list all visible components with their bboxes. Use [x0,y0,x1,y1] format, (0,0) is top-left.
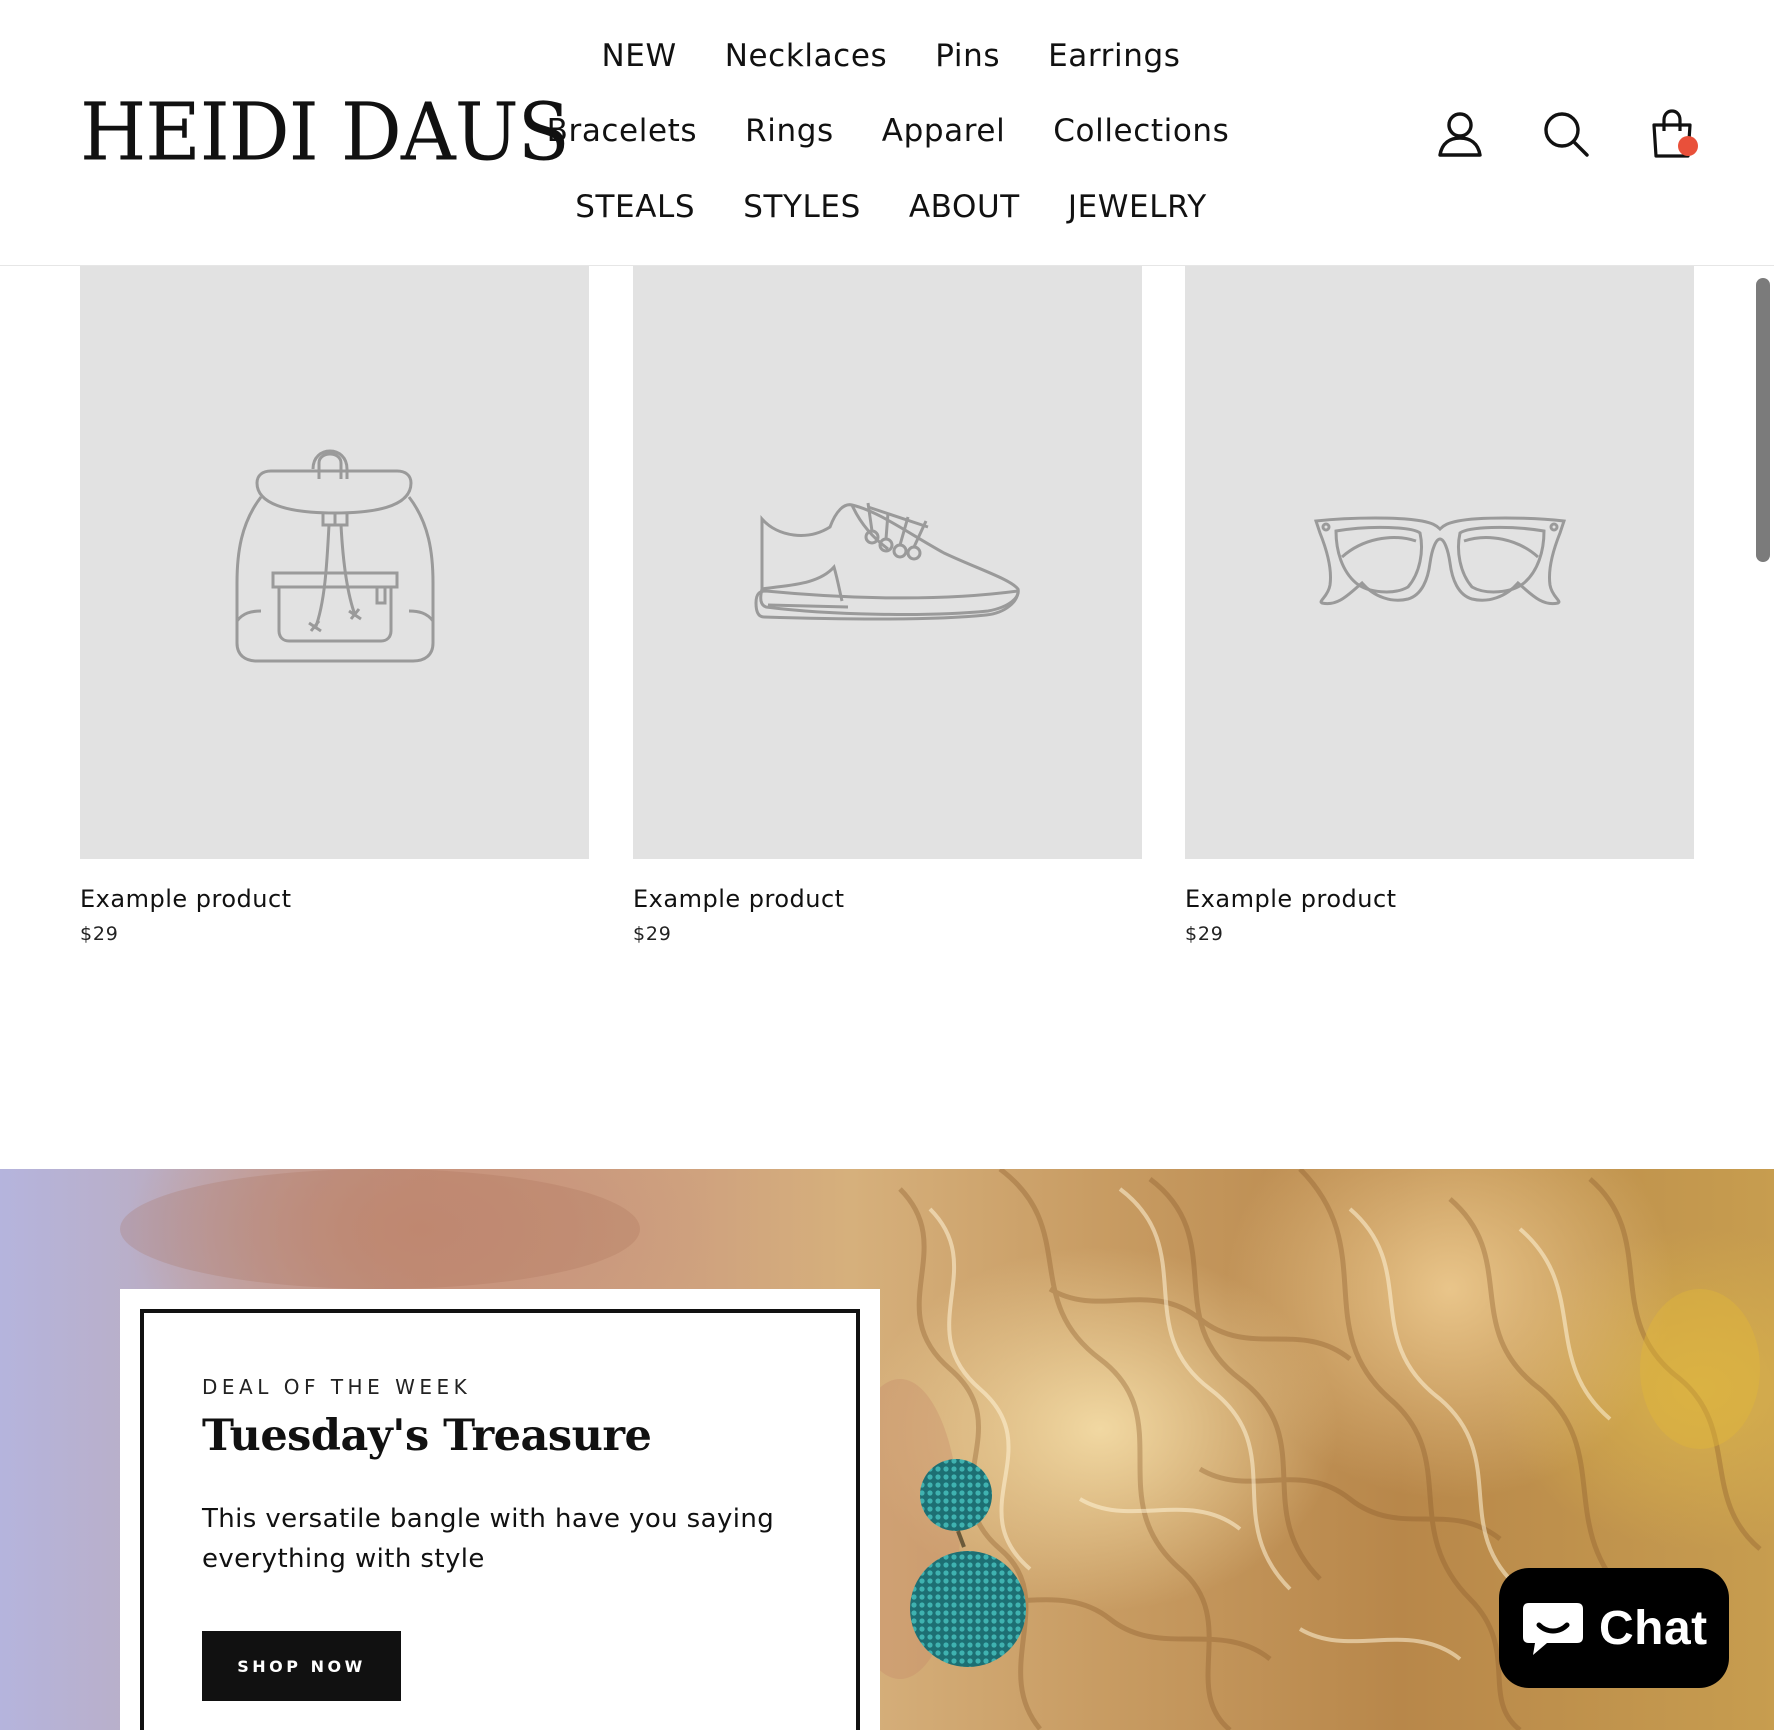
search-icon [1544,112,1589,157]
main-nav-row-3: STEALS STYLES ABOUT JEWELRY [0,189,1774,225]
site-header: HEIDI DAUS NEW Necklaces Pins Earrings B… [0,0,1774,266]
shop-now-button[interactable]: SHOP NOW [202,1631,401,1701]
main-nav-row-1: NEW Necklaces Pins Earrings [0,38,1774,74]
nav-link-collections[interactable]: Collections [1053,113,1229,149]
product-price: $29 [633,923,672,945]
cart-badge [1678,136,1698,156]
nav-link-apparel[interactable]: Apparel [882,113,1006,149]
nav-link-rings[interactable]: Rings [745,113,834,149]
turquoise-earring [910,1459,1026,1667]
nav-link-steals[interactable]: STEALS [575,189,695,225]
sneaker-icon [753,502,1020,620]
deal-eyebrow: DEAL OF THE WEEK [202,1375,472,1399]
account-icon [1438,112,1482,157]
header-icons [1436,108,1698,160]
backpack-icon [235,449,434,662]
deal-title: Tuesday's Treasure [202,1411,652,1461]
nav-link-bracelets[interactable]: Bracelets [547,113,698,149]
scrollbar-thumb[interactable] [1756,278,1770,562]
product-image[interactable] [633,266,1142,859]
cart-button[interactable] [1648,108,1698,160]
nav-link-pins[interactable]: Pins [935,38,1000,74]
product-title[interactable]: Example product [1185,885,1694,913]
sunglasses-icon [1313,516,1566,605]
nav-link-necklaces[interactable]: Necklaces [725,38,888,74]
product-card[interactable]: Example product $29 [1185,266,1694,945]
product-image[interactable] [1185,266,1694,859]
product-title[interactable]: Example product [80,885,589,913]
nav-link-jewelry[interactable]: JEWELRY [1068,189,1207,225]
nav-link-new[interactable]: NEW [601,38,676,74]
deal-card-border: DEAL OF THE WEEK Tuesday's Treasure This… [140,1309,860,1730]
product-price: $29 [1185,923,1224,945]
product-price: $29 [80,923,119,945]
product-title[interactable]: Example product [633,885,1142,913]
nav-link-styles[interactable]: STYLES [743,189,861,225]
chat-bubble-icon [1523,1603,1583,1655]
account-button[interactable] [1436,108,1484,160]
nav-link-about[interactable]: ABOUT [909,189,1020,225]
product-card[interactable]: Example product $29 [80,266,589,945]
product-image[interactable] [80,266,589,859]
nav-link-earrings[interactable]: Earrings [1048,38,1180,74]
product-card[interactable]: Example product $29 [633,266,1142,945]
chat-button[interactable]: Chat [1499,1568,1729,1688]
deal-description: This versatile bangle with have you sayi… [202,1504,775,1574]
chat-label: Chat [1599,1601,1708,1655]
search-button[interactable] [1542,108,1590,160]
deal-of-the-week-card: DEAL OF THE WEEK Tuesday's Treasure This… [120,1289,880,1730]
